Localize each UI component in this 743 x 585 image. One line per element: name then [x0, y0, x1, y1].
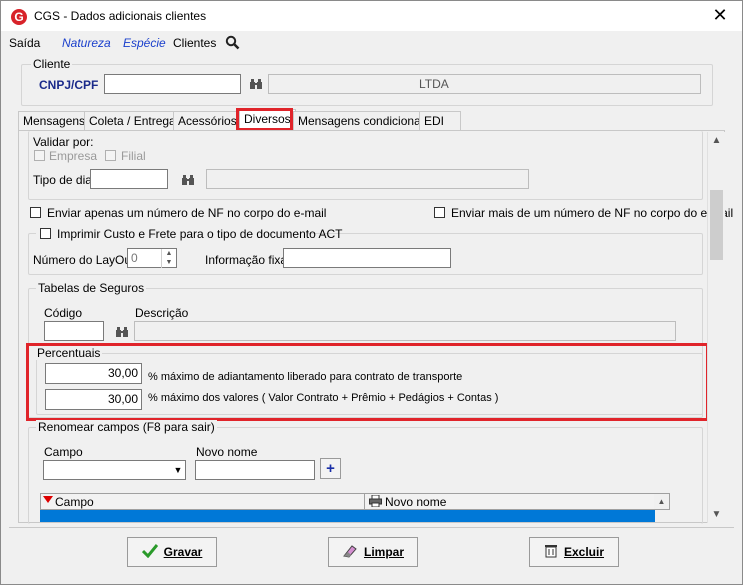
eraser-icon: [342, 544, 358, 561]
tipo-dia-input[interactable]: [90, 169, 168, 189]
codigo-label: Código: [44, 306, 83, 320]
search-icon[interactable]: [225, 35, 240, 53]
descricao-field: [134, 321, 676, 341]
gravar-label: Gravar: [163, 545, 203, 559]
campo-select[interactable]: ▼: [43, 460, 186, 480]
grid-scroll-up-icon[interactable]: ▲: [654, 494, 669, 509]
filial-checkbox[interactable]: [105, 150, 116, 161]
tipo-dia-description: [206, 169, 529, 189]
novo-nome-label: Novo nome: [196, 445, 258, 459]
col-campo[interactable]: Campo: [55, 495, 94, 509]
printer-icon: [369, 494, 382, 510]
cnpj-input[interactable]: [104, 74, 241, 94]
filial-label: Filial: [121, 149, 146, 163]
validar-group: [28, 131, 703, 200]
menu-bar: Saída Natureza Espécie Clientes: [1, 32, 742, 54]
enviar-mais-label: Enviar mais de um número de NF no corpo …: [451, 206, 734, 220]
column-divider: [364, 494, 365, 509]
enviar-mais-checkbox[interactable]: [434, 207, 445, 218]
excluir-label: Excluir: [563, 545, 605, 559]
menu-saida[interactable]: Saída: [9, 36, 40, 50]
cliente-group-label: Cliente: [31, 57, 73, 71]
scroll-thumb[interactable]: [710, 190, 723, 260]
scroll-down-icon[interactable]: ▼: [708, 506, 725, 523]
spin-arrows-icon[interactable]: ▲ ▼: [161, 249, 176, 268]
validar-label: Validar por:: [33, 135, 94, 149]
scroll-up-icon[interactable]: ▲: [708, 132, 725, 149]
tipo-dia-binoculars-icon[interactable]: [182, 174, 194, 188]
layout-value: 0: [131, 251, 138, 265]
excluir-button[interactable]: Excluir: [529, 537, 619, 567]
sort-arrow-icon: [43, 496, 53, 503]
tab-mensagens-condicionais[interactable]: Mensagens condicionais: [293, 111, 435, 130]
layout-label: Número do LayOut: [33, 253, 135, 267]
novo-nome-input[interactable]: [195, 460, 315, 480]
rename-grid-header: Campo Novo nome ▲: [40, 493, 670, 510]
limpar-button[interactable]: Limpar: [328, 537, 418, 567]
client-name-field: LTDA: [268, 74, 701, 94]
chevron-down-icon[interactable]: ▼: [171, 461, 185, 480]
tab-coleta-entrega[interactable]: Coleta / Entrega: [84, 111, 181, 130]
close-icon[interactable]: ✕: [706, 4, 734, 28]
layout-spinner[interactable]: 0 ▲ ▼: [127, 248, 177, 268]
col-novo-nome[interactable]: Novo nome: [385, 495, 446, 509]
codigo-input[interactable]: [44, 321, 104, 341]
app-logo: G: [11, 9, 27, 25]
table-row[interactable]: [40, 510, 655, 522]
binoculars-icon[interactable]: [250, 78, 262, 92]
tipo-dia-label: Tipo de dia: [33, 173, 92, 187]
add-icon[interactable]: +: [320, 458, 341, 479]
app-window: G CGS - Dados adicionais clientes ✕ Saíd…: [0, 0, 743, 585]
checkmark-icon: [141, 543, 158, 561]
tab-mensagens[interactable]: Mensagens: [18, 111, 91, 130]
act-checkbox[interactable]: [40, 228, 51, 239]
menu-clientes[interactable]: Clientes: [173, 36, 216, 50]
menu-especie[interactable]: Espécie: [123, 36, 166, 50]
gravar-button[interactable]: Gravar: [127, 537, 217, 567]
trash-icon: [544, 544, 558, 561]
info-fixa-label: Informação fixa: [205, 253, 288, 267]
title-bar: G CGS - Dados adicionais clientes ✕: [1, 1, 742, 31]
enviar-apenas-checkbox[interactable]: [30, 207, 41, 218]
info-fixa-input[interactable]: [283, 248, 451, 268]
tab-edi[interactable]: EDI: [419, 111, 461, 130]
empresa-checkbox[interactable]: [34, 150, 45, 161]
cnpj-label: CNPJ/CPF: [39, 78, 99, 92]
limpar-label: Limpar: [363, 545, 404, 559]
footer-divider: [9, 527, 734, 528]
enviar-apenas-label: Enviar apenas um número de NF no corpo d…: [47, 206, 327, 220]
percentuais-highlight: [26, 343, 709, 421]
descricao-label: Descrição: [135, 306, 189, 320]
campo-label: Campo: [44, 445, 83, 459]
menu-natureza[interactable]: Natureza: [62, 36, 111, 50]
window-title: CGS - Dados adicionais clientes: [34, 9, 207, 23]
tab-acessorios[interactable]: Acessórios: [173, 111, 242, 130]
act-label: Imprimir Custo e Frete para o tipo de do…: [57, 227, 343, 241]
tab-diversos-highlight: [236, 108, 293, 131]
seguros-binoculars-icon[interactable]: [116, 326, 128, 340]
empresa-label: Empresa: [49, 149, 98, 163]
seguros-group-label: Tabelas de Seguros: [36, 281, 147, 295]
renomear-group-label: Renomear campos (F8 para sair): [36, 420, 217, 434]
scrollbar[interactable]: ▲ ▼: [707, 132, 725, 523]
